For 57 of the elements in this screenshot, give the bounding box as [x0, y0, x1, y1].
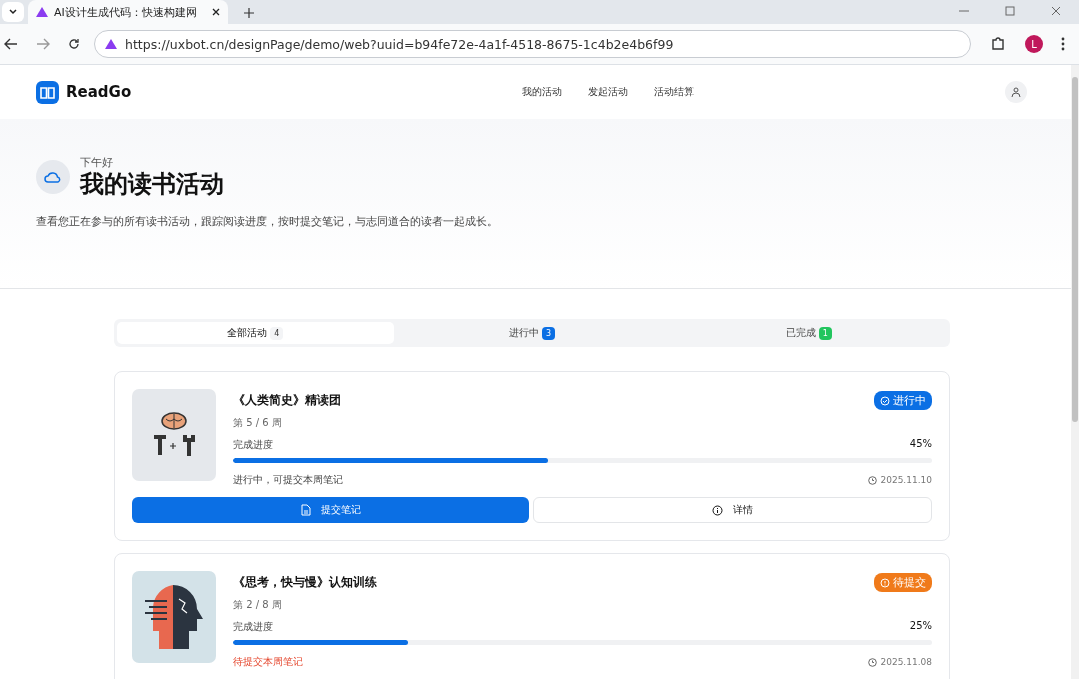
clock-icon	[868, 657, 878, 667]
nav-link[interactable]: 我的活动	[522, 85, 563, 99]
date-text: 2025.11.10	[880, 475, 932, 485]
week-text: 第 5 / 6 周	[233, 416, 283, 430]
filter-tab[interactable]: 进行中 3	[393, 322, 671, 344]
progress-label: 完成进度	[233, 620, 273, 634]
tab-list-button[interactable]	[2, 2, 24, 22]
check-circle-icon	[880, 395, 890, 406]
close-icon[interactable]	[212, 8, 220, 16]
page-description: 查看您正在参与的所有读书活动，跟踪阅读进度，按时提交笔记，与志同道合的读者一起成长。	[36, 214, 499, 230]
site-logo-icon	[36, 7, 48, 17]
count-badge: 1	[818, 326, 832, 340]
document-icon	[300, 504, 311, 516]
reload-icon[interactable]	[68, 38, 80, 50]
page-title: 我的读书活动	[80, 170, 224, 198]
submit-notes-button[interactable]: 提交笔记	[132, 497, 529, 523]
extensions-icon[interactable]	[991, 37, 1005, 51]
profile-avatar[interactable]: L	[1025, 35, 1043, 53]
progress-label: 完成进度	[233, 438, 273, 452]
brand-name: ReadGo	[66, 83, 132, 101]
address-bar[interactable]: https://uxbot.cn/designPage/demo/web?uuid=b94fe72e-4a1f-4518-8675-1c4b2e4b6f99	[94, 30, 971, 58]
alert-circle-icon	[880, 577, 890, 588]
date-text: 2025.11.08	[880, 657, 932, 667]
site-logo-icon	[105, 39, 117, 49]
nav-link[interactable]: 发起活动	[588, 85, 629, 99]
tab-title: AI设计生成代码：快速构建网	[54, 4, 198, 20]
more-icon[interactable]	[1061, 37, 1065, 51]
status-text: 进行中，可提交本周笔记	[233, 473, 343, 487]
count-badge: 4	[270, 326, 284, 340]
activity-title: 《思考，快与慢》认知训练	[233, 574, 377, 591]
maximize-icon[interactable]	[1005, 6, 1015, 16]
status-text: 待提交本周笔记	[233, 655, 303, 669]
scrollbar[interactable]	[1071, 65, 1079, 679]
filter-tab[interactable]: 全部活动 4	[117, 322, 394, 344]
count-badge: 3	[542, 326, 555, 340]
week-text: 第 2 / 8 周	[233, 598, 283, 612]
user-icon	[1011, 87, 1021, 97]
status-badge: 待提交	[874, 573, 932, 592]
progress-percent: 25%	[909, 620, 932, 633]
book-logo-icon	[36, 80, 59, 104]
nav-link[interactable]: 活动结算	[654, 85, 695, 99]
brain-and-tools-drawing	[151, 411, 197, 459]
activity-title: 《人类简史》精读团	[233, 392, 341, 409]
browser-tab[interactable]: AI设计生成代码：快速构建网	[28, 0, 228, 24]
status-badge: 进行中	[874, 391, 932, 410]
back-icon[interactable]	[4, 38, 18, 50]
cloud-icon	[44, 170, 62, 183]
user-button[interactable]	[1005, 81, 1027, 103]
clock-icon	[868, 475, 878, 485]
caret-icon	[9, 9, 17, 15]
forward-icon[interactable]	[36, 38, 50, 50]
progress-percent: 45%	[909, 438, 932, 451]
filter-tab[interactable]: 已完成 1	[670, 322, 947, 344]
new-tab-icon[interactable]	[244, 8, 254, 18]
greeting-text: 下午好	[80, 155, 114, 170]
info-icon	[712, 504, 723, 516]
details-button[interactable]: 详情	[533, 497, 932, 523]
